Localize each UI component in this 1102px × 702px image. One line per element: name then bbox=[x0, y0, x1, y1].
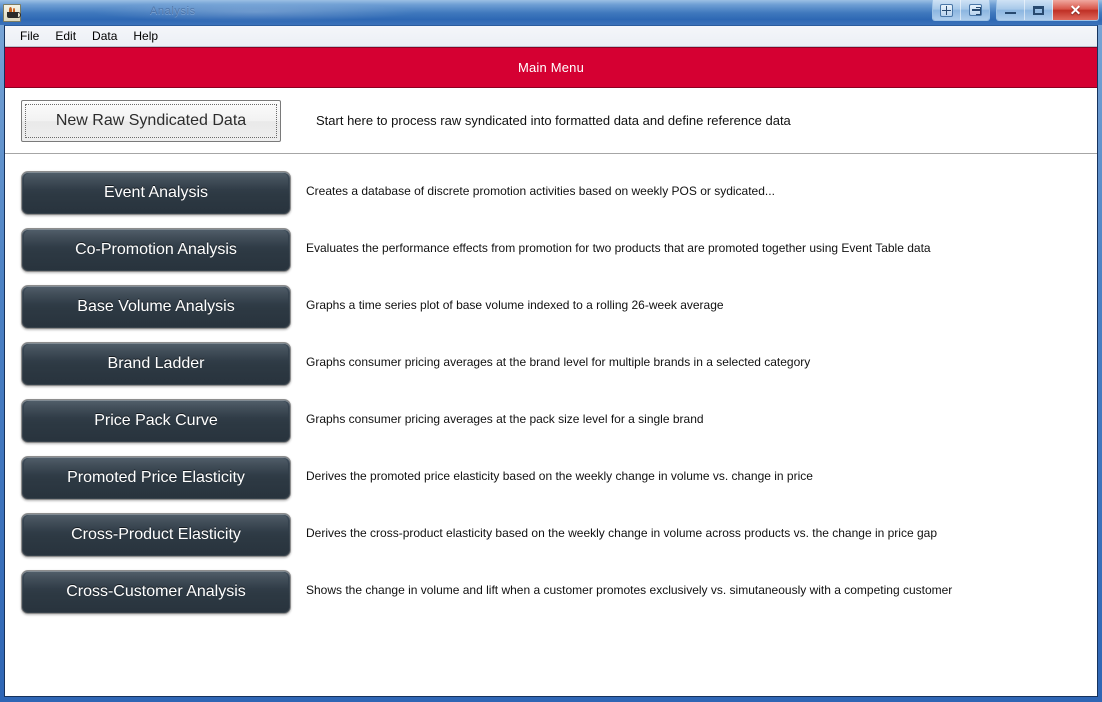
promoted-price-elasticity-description: Derives the promoted price elasticity ba… bbox=[306, 469, 813, 483]
price-pack-curve-description: Graphs consumer pricing averages at the … bbox=[306, 412, 704, 426]
cross-product-elasticity-button[interactable]: Cross-Product Elasticity bbox=[21, 513, 291, 557]
event-analysis-label: Event Analysis bbox=[103, 184, 209, 201]
list-item: Promoted Price Elasticity Derives the pr… bbox=[5, 456, 1097, 513]
close-icon: ✕ bbox=[1069, 2, 1082, 18]
co-promotion-analysis-description: Evaluates the performance effects from p… bbox=[306, 241, 931, 255]
brand-ladder-button[interactable]: Brand Ladder bbox=[21, 342, 291, 386]
list-item: Co-Promotion Analysis Evaluates the perf… bbox=[5, 228, 1097, 285]
maximize-icon bbox=[1033, 5, 1044, 15]
minimize-icon bbox=[1005, 12, 1016, 14]
co-promotion-analysis-label: Co-Promotion Analysis bbox=[75, 241, 237, 258]
window-extra-controls bbox=[932, 0, 990, 21]
main-menu-banner: Main Menu bbox=[5, 47, 1097, 88]
window-title: Analysis bbox=[150, 5, 196, 17]
client-area: File Edit Data Help Main Menu New Raw Sy… bbox=[4, 25, 1098, 697]
primary-action-row: New Raw Syndicated Data Start here to pr… bbox=[5, 88, 1097, 153]
promoted-price-elasticity-button[interactable]: Promoted Price Elasticity bbox=[21, 456, 291, 500]
menu-item-edit[interactable]: Edit bbox=[47, 28, 84, 45]
new-raw-syndicated-data-label: New Raw Syndicated Data bbox=[55, 111, 247, 129]
cross-customer-analysis-label: Cross-Customer Analysis bbox=[66, 583, 246, 600]
cross-customer-analysis-button[interactable]: Cross-Customer Analysis bbox=[21, 570, 291, 614]
list-item: Price Pack Curve Graphs consumer pricing… bbox=[5, 399, 1097, 456]
base-volume-analysis-label: Base Volume Analysis bbox=[77, 298, 235, 315]
menu-item-file[interactable]: File bbox=[12, 28, 47, 45]
main-content: New Raw Syndicated Data Start here to pr… bbox=[5, 88, 1097, 696]
title-bar: Analysis ✕ bbox=[0, 0, 1102, 25]
window-standard-controls: ✕ bbox=[996, 0, 1099, 21]
menu-item-data[interactable]: Data bbox=[84, 28, 125, 45]
menu-bar: File Edit Data Help bbox=[5, 26, 1097, 47]
application-window: Analysis ✕ File Edit Data Help Main Menu… bbox=[0, 0, 1102, 702]
event-analysis-description: Creates a database of discrete promotion… bbox=[306, 184, 775, 198]
restore-icon bbox=[968, 4, 982, 16]
base-volume-analysis-description: Graphs a time series plot of base volume… bbox=[306, 298, 724, 312]
list-item: Brand Ladder Graphs consumer pricing ave… bbox=[5, 342, 1097, 399]
event-analysis-button[interactable]: Event Analysis bbox=[21, 171, 291, 215]
cross-product-elasticity-description: Derives the cross-product elasticity bas… bbox=[306, 526, 937, 540]
list-item: Cross-Customer Analysis Shows the change… bbox=[5, 570, 1097, 627]
cross-product-elasticity-label: Cross-Product Elasticity bbox=[71, 526, 241, 543]
price-pack-curve-label: Price Pack Curve bbox=[94, 412, 218, 429]
list-item: Cross-Product Elasticity Derives the cro… bbox=[5, 513, 1097, 570]
cross-customer-analysis-description: Shows the change in volume and lift when… bbox=[306, 583, 953, 597]
restore-down-button[interactable] bbox=[961, 0, 989, 20]
brand-ladder-description: Graphs consumer pricing averages at the … bbox=[306, 355, 811, 369]
analysis-list: Event Analysis Creates a database of dis… bbox=[5, 154, 1097, 696]
window-controls: ✕ bbox=[926, 0, 1102, 25]
list-item: Event Analysis Creates a database of dis… bbox=[5, 171, 1097, 228]
promoted-price-elasticity-label: Promoted Price Elasticity bbox=[67, 469, 245, 486]
new-raw-syndicated-data-button[interactable]: New Raw Syndicated Data bbox=[21, 99, 281, 142]
price-pack-curve-button[interactable]: Price Pack Curve bbox=[21, 399, 291, 443]
maximize-button[interactable] bbox=[1025, 0, 1053, 20]
base-volume-analysis-button[interactable]: Base Volume Analysis bbox=[21, 285, 291, 329]
move-window-button[interactable] bbox=[933, 0, 961, 20]
new-raw-syndicated-data-description: Start here to process raw syndicated int… bbox=[316, 113, 791, 128]
minimize-button[interactable] bbox=[997, 0, 1025, 20]
co-promotion-analysis-button[interactable]: Co-Promotion Analysis bbox=[21, 228, 291, 272]
close-button[interactable]: ✕ bbox=[1053, 0, 1098, 20]
menu-item-help[interactable]: Help bbox=[125, 28, 166, 45]
list-item: Base Volume Analysis Graphs a time serie… bbox=[5, 285, 1097, 342]
brand-ladder-label: Brand Ladder bbox=[107, 355, 205, 372]
page-title: Main Menu bbox=[517, 60, 585, 75]
move-arrows-icon bbox=[940, 3, 953, 17]
java-coffee-cup-icon bbox=[3, 4, 21, 22]
